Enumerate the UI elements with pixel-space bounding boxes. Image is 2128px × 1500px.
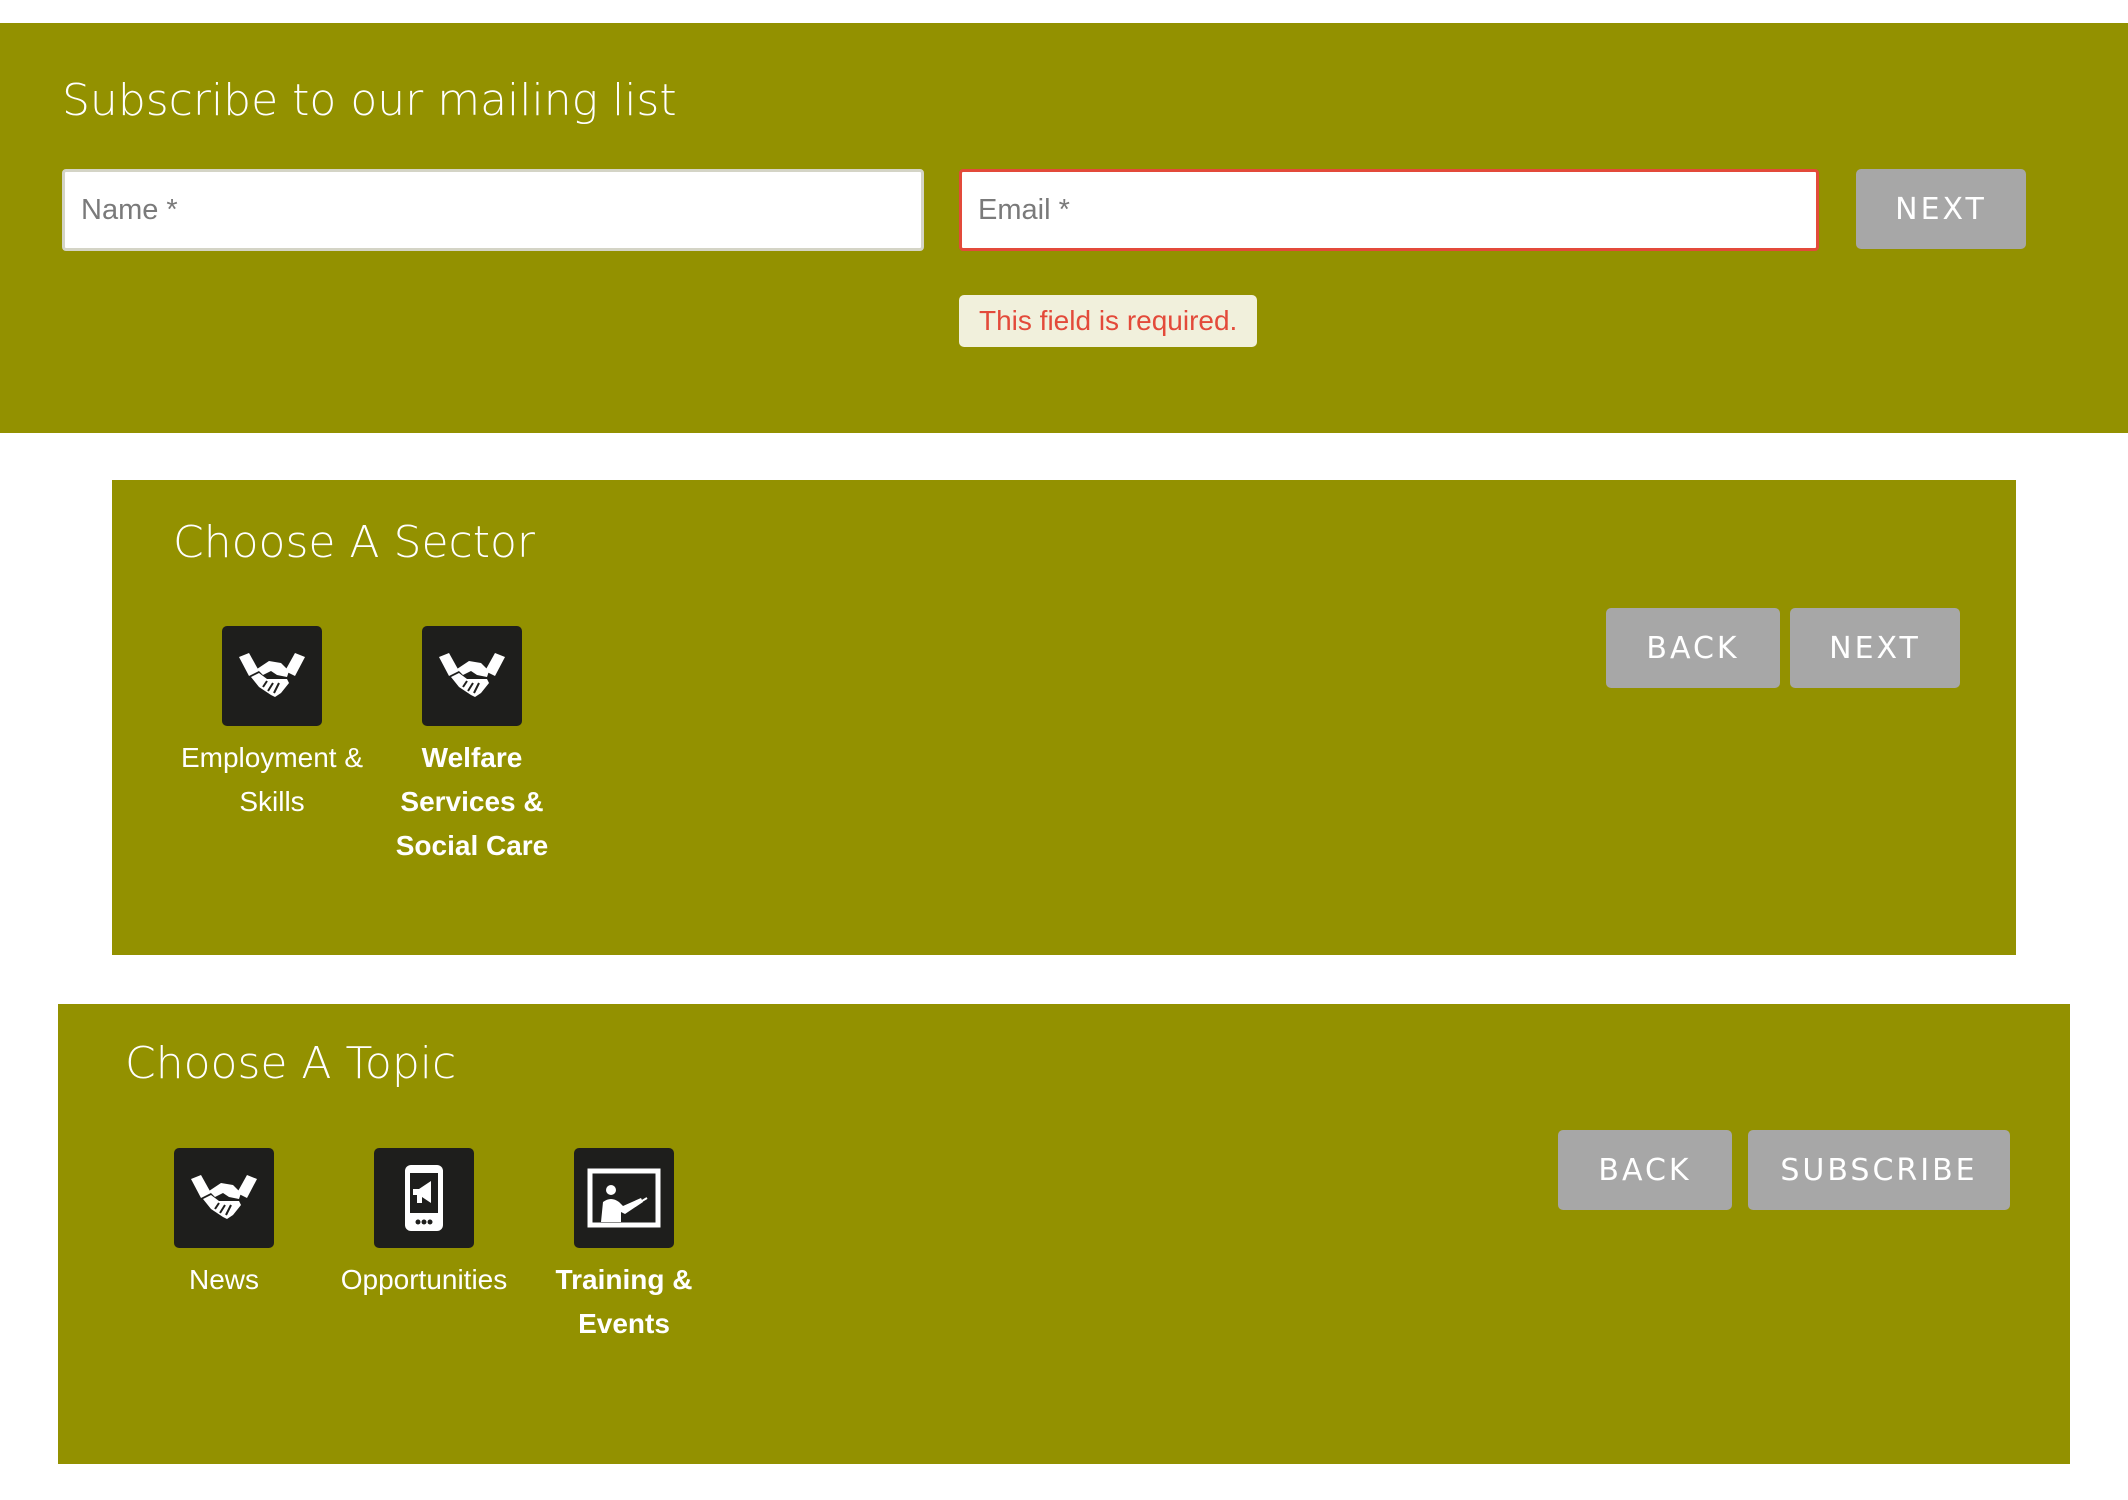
mailing-list-title: Subscribe to our mailing list [62,75,677,126]
topic-title: Choose A Topic [125,1038,457,1089]
topic-panel: Choose A Topic News Opportunities Traini… [58,1004,2070,1464]
handshake-icon [422,626,522,726]
mailing-next-button[interactable]: NEXT [1856,169,2026,249]
topic-option-news[interactable]: News [124,1148,324,1302]
email-field[interactable] [959,169,1819,251]
sector-option-employment-skills[interactable]: Employment & Skills [172,626,372,824]
topic-option-training-events[interactable]: Training & Events [524,1148,724,1346]
sector-title: Choose A Sector [173,517,535,568]
handshake-icon [174,1148,274,1248]
sector-option-label: Employment & Skills [180,742,364,817]
presentation-board-icon [574,1148,674,1248]
topic-option-label: Opportunities [340,1264,508,1295]
sector-next-button[interactable]: NEXT [1790,608,1960,688]
topic-option-label: Training & Events [555,1264,693,1339]
name-field[interactable] [62,169,924,251]
sector-option-welfare-social-care[interactable]: Welfare Services & Social Care [372,626,572,868]
mailing-list-panel: Subscribe to our mailing list NEXT This … [0,23,2128,433]
email-error-message: This field is required. [959,295,1258,347]
sector-option-label: Welfare Services & Social Care [395,742,549,861]
subscribe-button[interactable]: SUBSCRIBE [1748,1130,2010,1210]
topic-option-label: News [188,1264,259,1295]
sector-panel: Choose A Sector Employment & Skills Welf… [112,480,2016,955]
mobile-megaphone-icon [374,1148,474,1248]
handshake-icon [222,626,322,726]
sector-back-button[interactable]: BACK [1606,608,1780,688]
topic-option-opportunities[interactable]: Opportunities [324,1148,524,1302]
topic-back-button[interactable]: BACK [1558,1130,1732,1210]
